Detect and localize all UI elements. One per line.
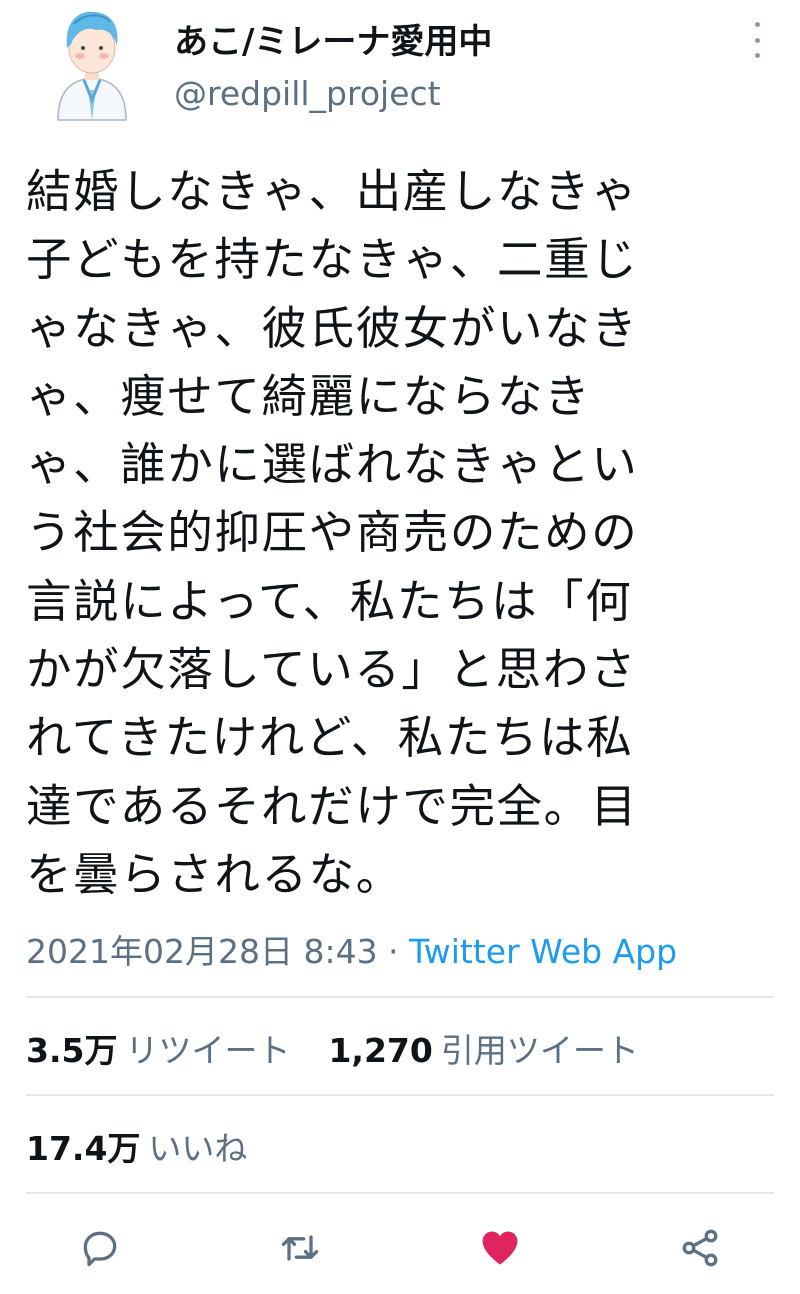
share-button[interactable] (674, 1222, 726, 1274)
tweet-meta: 2021年02月28日 8:43 · Twitter Web App (26, 925, 677, 973)
tweet-text-line: 言説によって、私たちは「何 (26, 574, 633, 628)
retweet-icon (281, 1235, 319, 1261)
divider (26, 996, 774, 998)
author-name[interactable]: あこ/ミレーナ愛用中 (174, 14, 492, 63)
tweet-text-line: れてきたけれど、私たちは私 (26, 711, 634, 765)
retweets-stat[interactable]: 3.5万 リツイート (26, 1024, 290, 1072)
meta-separator: · (377, 932, 410, 971)
tweet-text-line: を曇らされるな。 (26, 847, 403, 901)
divider (26, 1094, 774, 1096)
tweet-text-line: かが欠落している」と思わさ (26, 643, 637, 697)
reply-button[interactable] (74, 1222, 126, 1274)
divider (26, 1192, 774, 1194)
more-vertical-icon (754, 53, 760, 58)
tweet-text-line: ゃなきゃ、彼氏彼女がいなき (26, 301, 639, 355)
tweet-text-line: う社会的抑圧や商売のための (26, 506, 639, 560)
author-handle[interactable]: @redpill_project (174, 74, 441, 113)
more-vertical-icon (754, 37, 760, 43)
quotes-label: 引用ツイート (440, 1031, 639, 1070)
more-vertical-icon (754, 22, 760, 27)
retweet-button[interactable] (274, 1222, 326, 1274)
avatar[interactable] (44, 4, 140, 122)
reply-icon (83, 1231, 117, 1267)
heart-icon (482, 1231, 518, 1265)
tweet-source-link[interactable]: Twitter Web App (409, 932, 677, 971)
like-button[interactable] (474, 1222, 526, 1274)
tweet-text-line: 結婚しなきゃ、出産しなきゃ (26, 165, 639, 218)
tweet-text-line: ゃ、痩せて綺麗にならなき (26, 369, 592, 423)
likes-stats-row: 17.4万 いいね (26, 1122, 285, 1170)
tweet-text-line: 達であるそれだけで完全。目 (26, 779, 638, 833)
share-icon (682, 1229, 718, 1267)
tweet-text-line: 子どもを持たなきゃ、二重じ (26, 233, 639, 287)
avatar-illustration (57, 11, 127, 121)
retweets-label: リツイート (125, 1031, 291, 1070)
tweet-timestamp[interactable]: 2021年02月28日 8:43 (26, 932, 378, 971)
tweet-text-line: ゃ、誰かに選ばれなきゃとい (26, 438, 639, 492)
more-options-button[interactable] (742, 22, 772, 58)
tweet-detail: あこ/ミレーナ愛用中 @redpill_project 結婚しなきゃ、出産しなき… (0, 0, 800, 1294)
share-stats-row: 3.5万 リツイート 1,270 引用ツイート (26, 1024, 677, 1072)
likes-count: 17.4万 (26, 1129, 141, 1168)
retweets-count: 3.5万 (26, 1031, 118, 1070)
likes-label: いいね (148, 1129, 248, 1168)
quotes-stat[interactable]: 1,270 引用ツイート (328, 1024, 638, 1072)
quotes-count: 1,270 (328, 1031, 433, 1070)
likes-stat[interactable]: 17.4万 いいね (26, 1122, 247, 1170)
tweet-text: 結婚しなきゃ、出産しなきゃ 子どもを持たなきゃ、二重じ ゃなきゃ、彼氏彼女がいな… (26, 158, 746, 909)
